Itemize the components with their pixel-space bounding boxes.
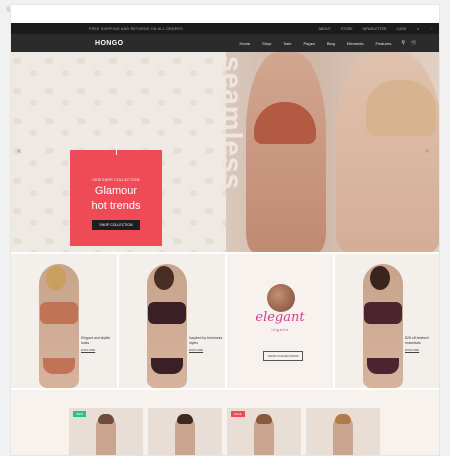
bra-beige — [366, 80, 436, 136]
top-link-cash[interactable]: CASH — [397, 27, 407, 31]
product-model-hair — [177, 414, 193, 424]
cart-icon[interactable]: 🛒 — [411, 40, 417, 46]
elegant-thumbnail — [267, 284, 295, 312]
tile-caption: Inspired by freshness styles EXPLORE — [189, 336, 223, 353]
product-card[interactable] — [306, 408, 380, 455]
product-model-hair — [98, 414, 114, 424]
top-info-bar: FREE SHIPPING AND RETURNS ON ALL ORDERS … — [11, 23, 439, 34]
shop-collections-button[interactable]: SHOP COLLECTIONS — [263, 351, 304, 361]
main-nav: HONGO Home Shop Sale Pages Blog Elements… — [11, 34, 439, 52]
explore-link[interactable]: EXPLORE — [405, 348, 439, 353]
category-tile-4[interactable]: $25 off bestsell essentials EXPLORE — [335, 254, 439, 388]
hero-next-arrow[interactable]: » — [425, 148, 429, 155]
explore-link[interactable]: EXPLORE — [189, 348, 223, 353]
elegant-promo-tile[interactable]: elegant lingerie SHOP COLLECTIONS — [227, 254, 333, 388]
seamless-vertical-text: seamless — [217, 56, 248, 191]
sale-badge: SALE — [231, 411, 245, 417]
nav-sale[interactable]: Sale — [283, 41, 291, 46]
top-links: ABOUT STORE NEWSLETTER CASH ☺ ♡ — [319, 27, 433, 31]
nav-blog[interactable]: Blog — [327, 41, 335, 46]
product-card[interactable]: SALE — [227, 408, 301, 455]
top-link-about[interactable]: ABOUT — [319, 27, 331, 31]
product-card[interactable] — [148, 408, 222, 455]
elegant-subtitle: lingerie — [271, 327, 289, 332]
category-tile-2[interactable]: Inspired by freshness styles EXPLORE — [119, 254, 225, 388]
top-garment — [364, 302, 402, 324]
shop-collection-button[interactable]: SHOP COLLECTION — [92, 220, 140, 230]
top-link-store[interactable]: STORE — [341, 27, 353, 31]
nav-pages[interactable]: Pages — [303, 41, 314, 46]
hero-photo-panel — [226, 52, 439, 252]
new-badge: NEW — [73, 411, 86, 417]
nav-home[interactable]: Home — [239, 41, 250, 46]
bottom-garment — [367, 358, 399, 374]
product-row: NEW SALE — [11, 390, 439, 455]
product-model-hair — [256, 414, 272, 424]
nav-icons: ⚲ 🛒 — [401, 40, 417, 46]
elegant-script-title: elegant — [255, 310, 305, 325]
heart-icon[interactable]: ♡ — [430, 27, 433, 31]
user-icon[interactable]: ☺ — [416, 27, 420, 31]
hero-prev-arrow[interactable]: « — [17, 148, 21, 155]
model-head — [46, 266, 66, 290]
nav-elements[interactable]: Elements — [347, 41, 364, 46]
explore-link[interactable]: EXPLORE — [81, 348, 115, 353]
promo-card: DESIGNER COLLECTION Glamour hot trends S… — [70, 145, 162, 246]
category-grid: Elegant and stylish looks EXPLORE Inspir… — [11, 254, 439, 388]
model-photo-1 — [246, 52, 326, 252]
nav-shop[interactable]: Shop — [262, 41, 271, 46]
model-head — [370, 266, 390, 290]
tile-caption: $25 off bestsell essentials EXPLORE — [405, 336, 439, 353]
hero-banner: seamless « » DESIGNER COLLECTION Glamour… — [11, 52, 439, 252]
nav-features[interactable]: Features — [376, 41, 392, 46]
shipping-promo: FREE SHIPPING AND RETURNS ON ALL ORDERS — [89, 26, 183, 31]
category-tile-1[interactable]: Elegant and stylish looks EXPLORE — [11, 254, 117, 388]
nav-menu: Home Shop Sale Pages Blog Elements Featu… — [239, 41, 391, 46]
bottom-garment — [151, 358, 183, 374]
promo-subtitle: DESIGNER COLLECTION — [92, 178, 140, 182]
promo-divider — [115, 145, 117, 155]
product-model-hair — [335, 414, 351, 424]
search-icon[interactable]: ⚲ — [401, 40, 405, 46]
site-logo[interactable]: HONGO — [95, 40, 123, 47]
promo-title-line1: Glamour — [94, 185, 138, 197]
browser-frame: FREE SHIPPING AND RETURNS ON ALL ORDERS … — [10, 4, 440, 456]
model-head — [154, 266, 174, 290]
promo-title-line2: hot trends — [91, 200, 141, 212]
bottom-garment — [43, 358, 75, 374]
product-card[interactable]: NEW — [69, 408, 143, 455]
top-link-newsletter[interactable]: NEWSLETTER — [363, 27, 387, 31]
tile-caption: Elegant and stylish looks EXPLORE — [81, 336, 115, 353]
top-garment — [148, 302, 186, 324]
top-garment — [40, 302, 78, 324]
